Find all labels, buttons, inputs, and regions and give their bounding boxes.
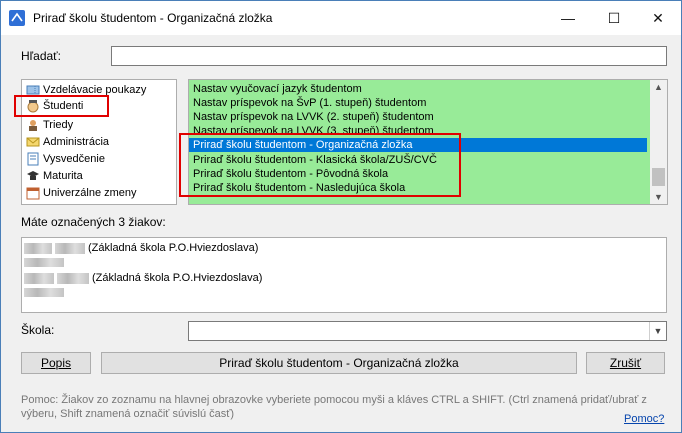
marked-students-label: Máte označených 3 žiakov: xyxy=(21,215,166,229)
maximize-button[interactable]: ☐ xyxy=(591,1,637,35)
redacted-name xyxy=(24,242,52,254)
list-item[interactable] xyxy=(24,288,67,297)
class-icon xyxy=(29,120,37,131)
calendar-icon xyxy=(26,187,40,200)
marked-students-list[interactable]: (Základná škola P.O.Hviezdoslava) (Zákla… xyxy=(21,237,667,313)
title-bar: Priraď školu študentom - Organizačná zlo… xyxy=(1,1,681,35)
search-label: Hľadať: xyxy=(21,49,62,63)
help-text: Pomoc: Žiakov zo zoznamu na hlavnej obra… xyxy=(21,394,647,420)
redacted-name xyxy=(24,288,64,297)
command-item[interactable]: Nastav vyučovací jazyk študentom xyxy=(193,82,362,96)
close-button[interactable]: ✕ xyxy=(635,1,681,35)
help-link[interactable]: Pomoc? xyxy=(624,413,664,425)
redacted-name xyxy=(57,272,89,284)
redacted-name xyxy=(24,258,64,267)
list-item[interactable]: (Základná škola P.O.Hviezdoslava) xyxy=(24,272,262,284)
dialog-window: Priraď školu študentom - Organizačná zlo… xyxy=(0,0,682,433)
redacted-name xyxy=(55,242,85,254)
list-item[interactable]: (Základná škola P.O.Hviezdoslava) xyxy=(24,242,258,254)
certificate-icon xyxy=(27,152,39,166)
category-item-certificate[interactable]: Vysvedčenie xyxy=(26,151,105,167)
cancel-button[interactable]: Zrušiť xyxy=(586,352,665,374)
scroll-thumb[interactable] xyxy=(652,168,665,186)
command-list-scrollbar[interactable]: ▲ ▼ xyxy=(650,80,667,204)
assign-school-button[interactable]: Priraď školu študentom - Organizačná zlo… xyxy=(101,352,577,374)
command-item[interactable]: Nastav príspevok na ŠvP (1. stupeň) štud… xyxy=(193,96,426,110)
highlight-box-school-commands xyxy=(179,133,461,197)
envelope-icon xyxy=(26,137,40,147)
redacted-name xyxy=(24,272,54,284)
app-icon xyxy=(9,10,25,26)
minimize-button[interactable]: — xyxy=(545,1,591,35)
search-input[interactable] xyxy=(111,46,667,66)
category-item-classes[interactable]: Triedy xyxy=(26,117,73,133)
scroll-up-icon[interactable]: ▲ xyxy=(654,82,663,92)
description-button[interactable]: Popis xyxy=(21,352,91,374)
window-title: Priraď školu študentom - Organizačná zlo… xyxy=(33,11,273,25)
scroll-down-icon[interactable]: ▼ xyxy=(654,192,663,202)
school-select[interactable]: ▼ xyxy=(188,321,667,341)
list-item[interactable] xyxy=(24,258,67,267)
category-item-administration[interactable]: Administrácia xyxy=(26,134,109,150)
highlight-box-students xyxy=(14,95,109,117)
school-label: Škola: xyxy=(21,323,55,337)
command-item[interactable]: Nastav príspevok na LVVK (2. stupeň) štu… xyxy=(193,110,434,124)
graduation-icon xyxy=(27,171,39,180)
category-item-universal-changes[interactable]: Univerzálne zmeny xyxy=(26,185,137,201)
chevron-down-icon[interactable]: ▼ xyxy=(649,322,666,340)
category-item-maturita[interactable]: Maturita xyxy=(26,168,83,184)
